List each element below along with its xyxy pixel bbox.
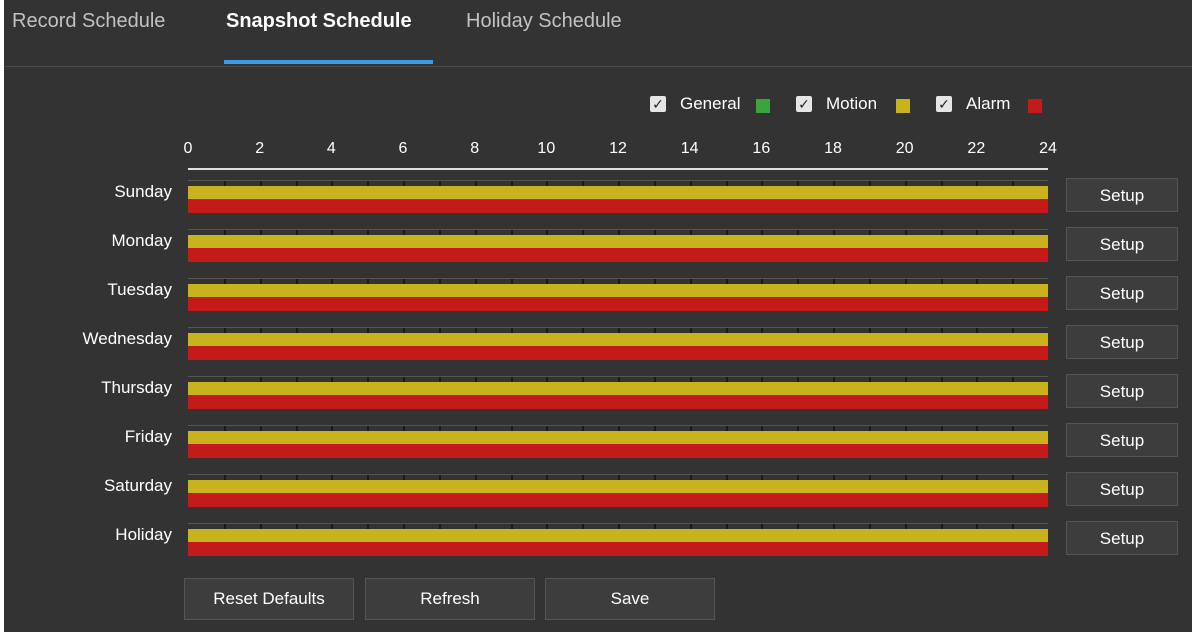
- motion-schedule-bar: [188, 431, 1048, 444]
- setup-button[interactable]: Setup: [1066, 276, 1178, 310]
- day-label: Wednesday: [82, 329, 172, 348]
- motion-schedule-bar: [188, 186, 1048, 199]
- hour-label: 14: [680, 140, 699, 157]
- day-schedule-row[interactable]: [188, 278, 1048, 311]
- day-label: Friday: [124, 427, 172, 446]
- hour-label: 22: [967, 140, 986, 157]
- hour-label: 24: [1039, 140, 1057, 157]
- alarm-schedule-bar: [188, 542, 1048, 556]
- alarm-schedule-bar: [188, 444, 1048, 458]
- hour-label: 16: [752, 140, 771, 157]
- setup-button[interactable]: Setup: [1066, 227, 1178, 261]
- setup-button[interactable]: Setup: [1066, 325, 1178, 359]
- day-label: Holiday: [115, 525, 172, 544]
- alarm-schedule-bar: [188, 248, 1048, 262]
- motion-schedule-bar: [188, 284, 1048, 297]
- tab-bar: Record Schedule Snapshot Schedule Holida…: [4, 0, 1192, 67]
- hour-label: 12: [609, 140, 627, 157]
- active-tab-indicator: [224, 60, 433, 64]
- refresh-button[interactable]: Refresh: [365, 578, 535, 620]
- hour-label: 2: [255, 140, 265, 157]
- setup-button[interactable]: Setup: [1066, 521, 1178, 555]
- hour-label: 4: [326, 140, 336, 157]
- tab-snapshot-schedule[interactable]: Snapshot Schedule: [226, 10, 412, 33]
- general-checkbox[interactable]: ✓: [650, 96, 666, 112]
- day-schedule-row[interactable]: [188, 425, 1048, 458]
- motion-schedule-bar: [188, 382, 1048, 395]
- reset-defaults-button[interactable]: Reset Defaults: [184, 578, 354, 620]
- hour-axis-line: [188, 168, 1048, 170]
- day-schedule-row[interactable]: [188, 229, 1048, 262]
- day-schedule-row[interactable]: [188, 327, 1048, 360]
- day-schedule-row[interactable]: [188, 474, 1048, 507]
- tab-record-schedule[interactable]: Record Schedule: [12, 10, 165, 33]
- schedule-panel: Record Schedule Snapshot Schedule Holida…: [4, 0, 1192, 632]
- hour-label: 0: [183, 140, 193, 157]
- hour-label: 18: [824, 140, 842, 157]
- alarm-schedule-bar: [188, 199, 1048, 213]
- tab-holiday-schedule[interactable]: Holiday Schedule: [466, 10, 622, 33]
- legend-alarm-label: Alarm: [966, 94, 1011, 113]
- setup-button[interactable]: Setup: [1066, 472, 1178, 506]
- day-label: Monday: [111, 231, 172, 250]
- day-schedule-row[interactable]: [188, 523, 1048, 556]
- alarm-color-swatch: [1028, 99, 1042, 113]
- day-schedule-row[interactable]: [188, 376, 1048, 409]
- motion-schedule-bar: [188, 529, 1048, 542]
- setup-button[interactable]: Setup: [1066, 423, 1178, 457]
- motion-color-swatch: [896, 99, 910, 113]
- hour-label: 20: [895, 140, 914, 157]
- alarm-checkbox[interactable]: ✓: [936, 96, 952, 112]
- motion-schedule-bar: [188, 235, 1048, 248]
- legend-general-label: General: [680, 94, 741, 113]
- hour-label: 6: [398, 140, 408, 157]
- day-label: Thursday: [101, 378, 172, 397]
- day-label: Tuesday: [107, 280, 172, 299]
- general-color-swatch: [756, 99, 770, 113]
- alarm-schedule-bar: [188, 493, 1048, 507]
- setup-button[interactable]: Setup: [1066, 178, 1178, 212]
- save-button[interactable]: Save: [545, 578, 715, 620]
- alarm-schedule-bar: [188, 297, 1048, 311]
- day-schedule-row[interactable]: [188, 180, 1048, 213]
- motion-schedule-bar: [188, 333, 1048, 346]
- motion-schedule-bar: [188, 480, 1048, 493]
- day-label: Sunday: [114, 182, 172, 201]
- legend-motion-label: Motion: [826, 94, 878, 113]
- setup-button[interactable]: Setup: [1066, 374, 1178, 408]
- alarm-schedule-bar: [188, 346, 1048, 360]
- motion-checkbox[interactable]: ✓: [796, 96, 812, 112]
- hour-label: 8: [470, 140, 480, 157]
- hour-label: 10: [537, 140, 556, 157]
- alarm-schedule-bar: [188, 395, 1048, 409]
- day-label: Saturday: [103, 476, 172, 495]
